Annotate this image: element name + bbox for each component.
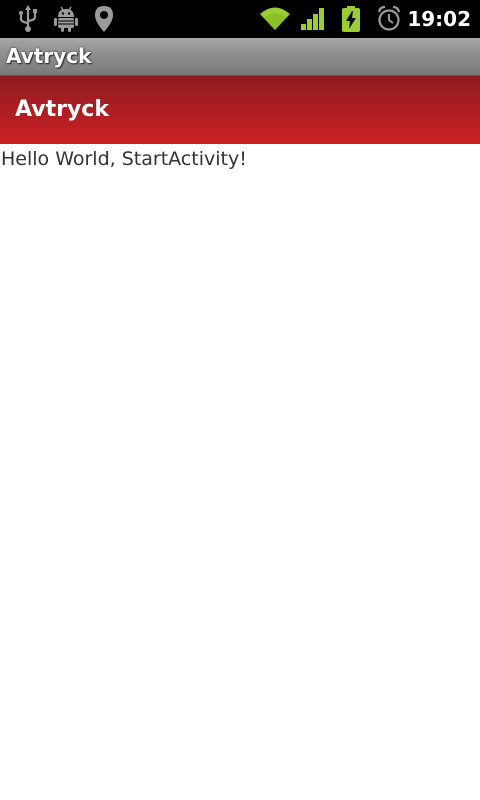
android-debug-icon: [53, 4, 79, 34]
phone-screen: 19:02 Avtryck Avtryck Hello World, Start…: [0, 0, 480, 800]
app-title-bar: Avtryck: [0, 38, 480, 76]
signal-icon: [300, 4, 328, 34]
hello-text: Hello World, StartActivity!: [1, 148, 247, 170]
alarm-icon: [376, 4, 402, 34]
location-pin-icon: [93, 4, 115, 34]
status-time: 19:02: [407, 7, 471, 31]
usb-icon: [16, 4, 40, 34]
header-title: Avtryck: [15, 97, 109, 122]
app-title: Avtryck: [6, 44, 92, 68]
wifi-icon: [259, 4, 291, 34]
battery-charging-icon: [340, 4, 362, 34]
header-banner: Avtryck: [0, 76, 480, 144]
status-bar: 19:02: [0, 0, 480, 38]
